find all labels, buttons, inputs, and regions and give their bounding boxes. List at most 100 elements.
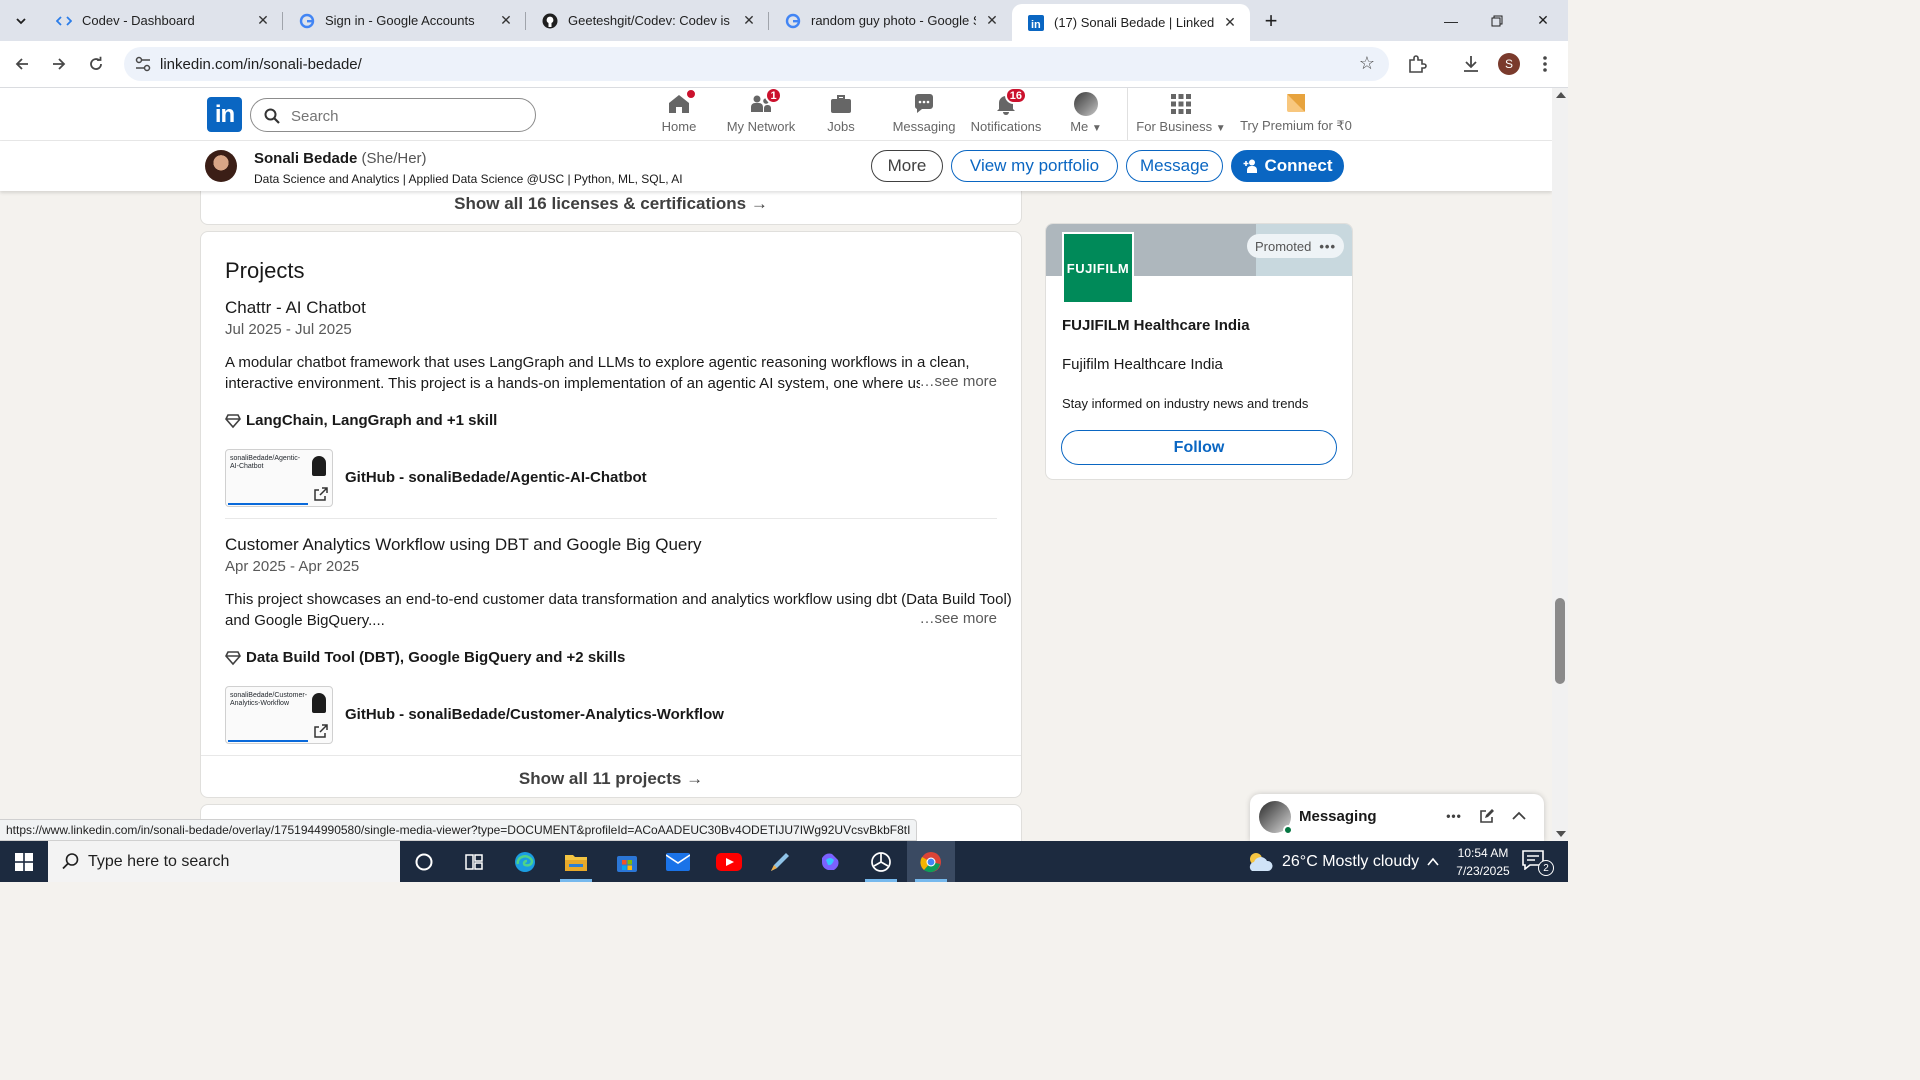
show-all-licenses-link[interactable]: Show all 16 licenses & certifications → (201, 194, 1021, 214)
paint-icon[interactable] (756, 841, 804, 882)
copilot-icon[interactable] (806, 841, 854, 882)
edge-icon[interactable] (501, 841, 549, 882)
forward-button[interactable] (45, 50, 73, 78)
address-bar[interactable]: linkedin.com/in/sonali-bedade/ ☆ (124, 47, 1389, 81)
messaging-widget[interactable]: Messaging ••• (1250, 794, 1544, 841)
profile-name: Sonali Bedade (She/Her) (254, 150, 427, 167)
project-skills[interactable]: Data Build Tool (DBT), Google BigQuery a… (225, 649, 625, 666)
clock-date: 7/23/2025 (1456, 864, 1510, 878)
linkedin-logo[interactable]: in (207, 97, 242, 132)
show-all-projects-link[interactable]: Show all 11 projects → (201, 769, 1021, 789)
nav-home[interactable]: Home (652, 88, 706, 140)
reload-button[interactable] (82, 50, 110, 78)
tab-google-signin[interactable]: Sign in - Google Accounts ✕ (283, 0, 526, 41)
media-thumbnail[interactable]: sonaliBedade/Agentic-AI-Chatbot (225, 449, 333, 507)
tab-title: Codev - Dashboard (82, 13, 195, 28)
task-view-icon[interactable] (450, 841, 498, 882)
weather-widget[interactable]: 26°C Mostly cloudy (1246, 841, 1419, 882)
project-divider (225, 518, 997, 519)
project-dates: Jul 2025 - Jul 2025 (225, 321, 352, 338)
see-more-link[interactable]: …see more (919, 373, 997, 390)
nav-my-network[interactable]: 1 My Network (722, 88, 800, 140)
show-hidden-icons[interactable] (1426, 841, 1440, 882)
cortana-icon[interactable] (400, 841, 448, 882)
chevron-up-icon[interactable] (1509, 806, 1529, 826)
back-button[interactable] (8, 50, 36, 78)
code-icon (56, 13, 72, 29)
nav-jobs[interactable]: Jobs (814, 88, 868, 140)
more-options-icon[interactable]: ••• (1319, 239, 1336, 254)
nav-label: Messaging (892, 119, 956, 134)
close-icon[interactable]: ✕ (1222, 14, 1238, 31)
nav-notifications[interactable]: 16 Notifications (968, 88, 1044, 140)
restore-button[interactable] (1474, 0, 1520, 41)
media-title-link[interactable]: GitHub - sonaliBedade/Agentic-AI-Chatbot (345, 469, 647, 486)
thumbnail-bar (228, 503, 308, 505)
browser-menu-button[interactable] (1533, 52, 1557, 76)
more-options-icon[interactable]: ••• (1444, 806, 1464, 826)
downloads-button[interactable] (1459, 52, 1483, 76)
connect-button[interactable]: Connect (1231, 150, 1344, 182)
ad-company-name[interactable]: FUJIFILM Healthcare India (1062, 317, 1250, 334)
system-clock[interactable]: 10:54 AM 7/23/2025 (1450, 844, 1516, 880)
tab-search-button[interactable] (8, 8, 34, 34)
thumbnail-avatar (312, 693, 326, 713)
media-title-link[interactable]: GitHub - sonaliBedade/Customer-Analytics… (345, 706, 724, 723)
view-portfolio-button[interactable]: View my portfolio (951, 150, 1118, 182)
close-icon[interactable]: ✕ (255, 12, 271, 29)
nav-messaging[interactable]: Messaging (890, 88, 958, 140)
new-tab-button[interactable]: + (1258, 8, 1284, 34)
project-skills[interactable]: LangChain, LangGraph and +1 skill (225, 412, 497, 429)
search-input[interactable] (291, 105, 521, 127)
file-explorer-icon[interactable] (552, 841, 600, 882)
youtube-icon[interactable] (705, 841, 753, 882)
google-icon (299, 13, 315, 29)
external-link-icon (314, 487, 328, 501)
minimize-button[interactable]: — (1428, 0, 1474, 41)
nav-premium[interactable]: Try Premium for ₹0 (1236, 88, 1356, 140)
close-window-button[interactable]: ✕ (1520, 0, 1566, 41)
extensions-button[interactable] (1405, 52, 1429, 76)
see-more-link[interactable]: …see more (919, 610, 997, 627)
more-button[interactable]: More (871, 150, 943, 182)
page-scrollbar[interactable] (1552, 88, 1568, 841)
home-icon (667, 88, 697, 116)
bookmark-star-icon[interactable]: ☆ (1359, 53, 1375, 74)
chatgpt-icon[interactable] (857, 841, 905, 882)
tab-codev-dashboard[interactable]: Codev - Dashboard ✕ (40, 0, 283, 41)
scroll-up-arrow[interactable] (1556, 92, 1566, 98)
close-icon[interactable]: ✕ (741, 12, 757, 29)
fujifilm-logo[interactable]: FUJIFILM (1062, 232, 1134, 304)
reload-icon (90, 56, 102, 70)
media-thumbnail[interactable]: sonaliBedade/Customer-Analytics-Workflow (225, 686, 333, 744)
nav-for-business[interactable]: For Business ▼ (1134, 88, 1228, 140)
tab-linkedin[interactable]: in (17) Sonali Bedade | LinkedIn ✕ (1012, 4, 1250, 41)
ad-description: Stay informed on industry news and trend… (1062, 396, 1309, 411)
description-line: A modular chatbot framework that uses La… (225, 354, 970, 371)
arrow-left-icon (15, 58, 28, 70)
tab-title: random guy photo - Google Se (811, 13, 976, 28)
search-box[interactable] (250, 98, 536, 132)
site-settings-icon[interactable] (134, 55, 152, 73)
start-button[interactable] (0, 841, 48, 882)
status-bar-url: https://www.linkedin.com/in/sonali-bedad… (0, 819, 918, 841)
nav-me[interactable]: Me ▼ (1060, 88, 1112, 140)
scroll-thumb[interactable] (1555, 598, 1565, 684)
github-icon (542, 13, 558, 29)
close-icon[interactable]: ✕ (984, 12, 1000, 29)
notification-center[interactable]: 2 (1522, 850, 1554, 876)
projects-card: Projects Chattr - AI Chatbot Jul 2025 - … (200, 231, 1022, 798)
tab-github-codev[interactable]: Geeteshgit/Codev: Codev is a d ✕ (526, 0, 769, 41)
follow-button[interactable]: Follow (1061, 430, 1337, 465)
tab-google-search[interactable]: random guy photo - Google Se ✕ (769, 0, 1012, 41)
svg-text:in: in (1031, 19, 1041, 31)
scroll-down-arrow[interactable] (1556, 831, 1566, 837)
message-button[interactable]: Message (1126, 150, 1223, 182)
mail-icon[interactable] (654, 841, 702, 882)
store-icon[interactable] (603, 841, 651, 882)
close-icon[interactable]: ✕ (498, 12, 514, 29)
browser-profile-avatar[interactable]: S (1498, 53, 1520, 75)
compose-icon[interactable] (1477, 806, 1497, 826)
taskbar-search[interactable]: Type here to search (48, 841, 400, 882)
chrome-icon[interactable] (907, 841, 955, 882)
